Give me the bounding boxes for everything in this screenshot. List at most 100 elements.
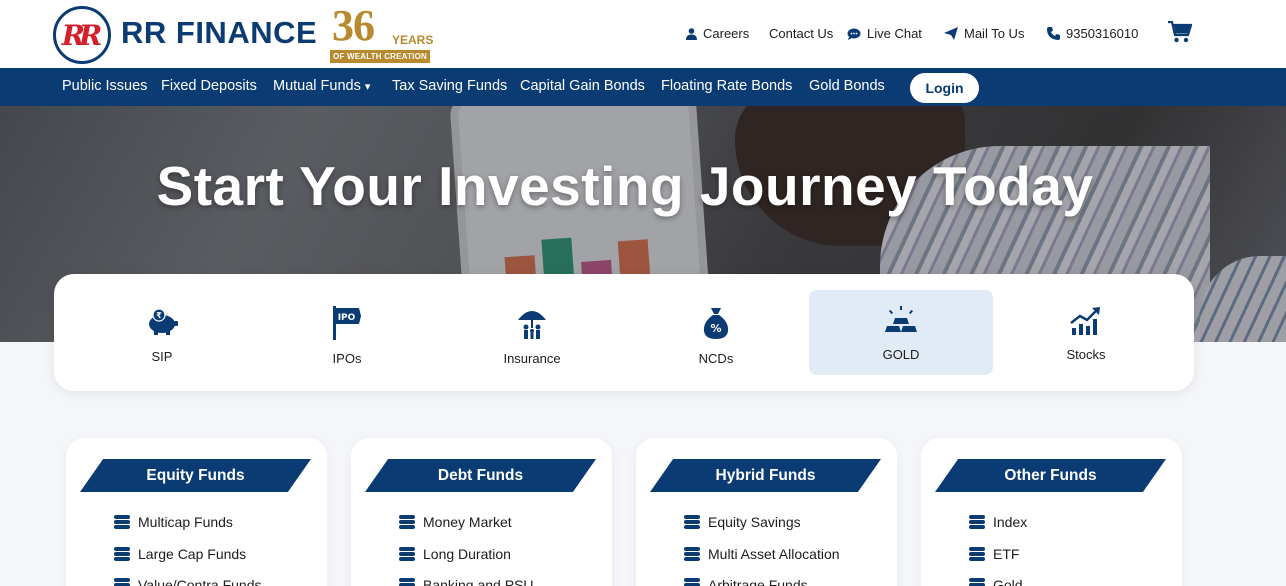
years-badge: 36 YEARS OF WEALTH CREATION xyxy=(330,1,434,64)
coins-icon xyxy=(969,578,985,586)
mail-to-us-label: Mail To Us xyxy=(964,26,1025,41)
fund-card-title: Equity Funds xyxy=(80,459,311,492)
login-button[interactable]: Login xyxy=(910,73,979,103)
fund-card-title: Other Funds xyxy=(935,459,1166,492)
category-sip-label: SIP xyxy=(151,349,173,364)
contact-us-link[interactable]: Contact Us xyxy=(769,26,833,41)
category-sip[interactable]: ₹ SIP xyxy=(70,290,254,375)
main-nav: Public Issues Fixed Deposits Mutual Fund… xyxy=(0,68,1286,106)
coins-icon xyxy=(114,578,130,586)
fund-item-label: Multicap Funds xyxy=(138,514,233,530)
live-chat-link[interactable]: Live Chat xyxy=(847,26,922,41)
nav-mutual-funds[interactable]: Mutual Funds ▾ xyxy=(273,78,370,94)
coins-icon xyxy=(684,515,700,529)
list-item[interactable]: Arbitrage Funds xyxy=(684,577,808,586)
nav-mutual-funds-label: Mutual Funds xyxy=(273,78,361,94)
fund-item-label: ETF xyxy=(993,546,1020,562)
fund-card-equity: Equity Funds Multicap Funds Large Cap Fu… xyxy=(66,438,327,586)
nav-fixed-deposits[interactable]: Fixed Deposits xyxy=(161,78,257,94)
list-item[interactable]: Large Cap Funds xyxy=(114,546,246,562)
coins-icon xyxy=(399,515,415,529)
careers-label: Careers xyxy=(703,26,750,41)
brand-name[interactable]: RR FINANCE xyxy=(121,15,317,51)
chart-growth-icon xyxy=(1070,307,1100,335)
svg-text:₹: ₹ xyxy=(156,311,162,320)
fund-item-label: Large Cap Funds xyxy=(138,546,247,562)
fund-item-label: Money Market xyxy=(423,514,512,530)
coins-icon xyxy=(114,515,130,529)
fund-item-label: Gold xyxy=(993,577,1023,586)
years-word: YEARS xyxy=(392,33,434,47)
fund-card-debt: Debt Funds Money Market Long Duration Ba… xyxy=(351,438,612,586)
list-item[interactable]: Multi Asset Allocation xyxy=(684,546,840,562)
list-item[interactable]: Multicap Funds xyxy=(114,514,233,530)
nav-floating-rate-bonds[interactable]: Floating Rate Bonds xyxy=(661,78,792,94)
list-item[interactable]: Banking and PSU xyxy=(399,577,534,586)
coins-icon xyxy=(114,547,130,561)
piggy-bank-icon: ₹ xyxy=(149,308,178,335)
hero-title: Start Your Investing Journey Today xyxy=(156,155,1094,217)
coins-icon xyxy=(399,547,415,561)
coins-icon xyxy=(684,578,700,586)
phone-number: 9350316010 xyxy=(1066,26,1139,41)
live-chat-label: Live Chat xyxy=(867,26,922,41)
list-item[interactable]: Money Market xyxy=(399,514,512,530)
phone-link[interactable]: 9350316010 xyxy=(1047,26,1138,41)
fund-card-hybrid: Hybrid Funds Equity Savings Multi Asset … xyxy=(636,438,897,586)
careers-link[interactable]: Careers xyxy=(686,26,749,41)
category-gold[interactable]: GOLD xyxy=(809,290,993,375)
nav-public-issues[interactable]: Public Issues xyxy=(62,78,147,94)
user-icon xyxy=(686,27,697,40)
fund-card-other: Other Funds Index ETF Gold xyxy=(921,438,1182,586)
list-item[interactable]: ETF xyxy=(969,546,1019,562)
category-ipos[interactable]: IPO IPOs xyxy=(255,290,439,375)
fund-item-label: Banking and PSU xyxy=(423,577,534,586)
nav-tax-saving-funds[interactable]: Tax Saving Funds xyxy=(392,78,507,94)
fund-item-label: Arbitrage Funds xyxy=(708,577,808,586)
chat-icon xyxy=(847,28,861,40)
fund-item-label: Long Duration xyxy=(423,546,511,562)
category-gold-label: GOLD xyxy=(882,347,920,362)
category-stocks[interactable]: Stocks xyxy=(994,290,1178,375)
list-item[interactable]: Value/Contra Funds xyxy=(114,577,261,586)
category-ncds-label: NCDs xyxy=(698,351,734,366)
fund-card-title: Debt Funds xyxy=(365,459,596,492)
category-card: ₹ SIP IPO IPOs Insurance % NCDs GOLD Sto… xyxy=(54,274,1194,391)
ipo-sign-icon: IPO xyxy=(333,306,361,340)
site-header: RR RR FINANCE 36 YEARS OF WEALTH CREATIO… xyxy=(0,0,1286,68)
fund-item-label: Equity Savings xyxy=(708,514,801,530)
years-number: 36 xyxy=(332,1,375,50)
category-ncds[interactable]: % NCDs xyxy=(624,290,808,375)
rr-logo-icon[interactable]: RR xyxy=(53,6,111,64)
category-insurance[interactable]: Insurance xyxy=(440,290,624,375)
fund-card-title: Hybrid Funds xyxy=(650,459,881,492)
fund-item-label: Index xyxy=(993,514,1028,530)
fund-item-label: Value/Contra Funds xyxy=(138,577,262,586)
list-item[interactable]: Index xyxy=(969,514,1027,530)
mail-to-us-link[interactable]: Mail To Us xyxy=(944,26,1024,41)
category-ipos-label: IPOs xyxy=(332,351,362,366)
coins-icon xyxy=(969,515,985,529)
money-bag-icon: % xyxy=(703,308,729,339)
svg-text:%: % xyxy=(710,322,721,335)
list-item[interactable]: Long Duration xyxy=(399,546,511,562)
list-item[interactable]: Gold xyxy=(969,577,1023,586)
category-insurance-label: Insurance xyxy=(503,351,561,366)
paper-plane-icon xyxy=(944,27,958,40)
fund-item-label: Multi Asset Allocation xyxy=(708,546,840,562)
years-tagline: OF WEALTH CREATION xyxy=(330,50,430,63)
umbrella-family-icon xyxy=(518,311,546,339)
coins-icon xyxy=(399,578,415,586)
nav-gold-bonds[interactable]: Gold Bonds xyxy=(809,78,885,94)
phone-icon xyxy=(1047,27,1060,40)
svg-text:IPO: IPO xyxy=(338,313,356,323)
contact-us-label: Contact Us xyxy=(769,26,834,41)
coins-icon xyxy=(684,547,700,561)
logo-letters: RR xyxy=(61,18,102,52)
nav-capital-gain-bonds[interactable]: Capital Gain Bonds xyxy=(520,78,645,94)
gold-bars-icon xyxy=(885,306,917,332)
category-stocks-label: Stocks xyxy=(1066,347,1106,362)
list-item[interactable]: Equity Savings xyxy=(684,514,801,530)
cart-icon[interactable] xyxy=(1168,21,1192,43)
chevron-down-icon: ▾ xyxy=(364,81,371,93)
